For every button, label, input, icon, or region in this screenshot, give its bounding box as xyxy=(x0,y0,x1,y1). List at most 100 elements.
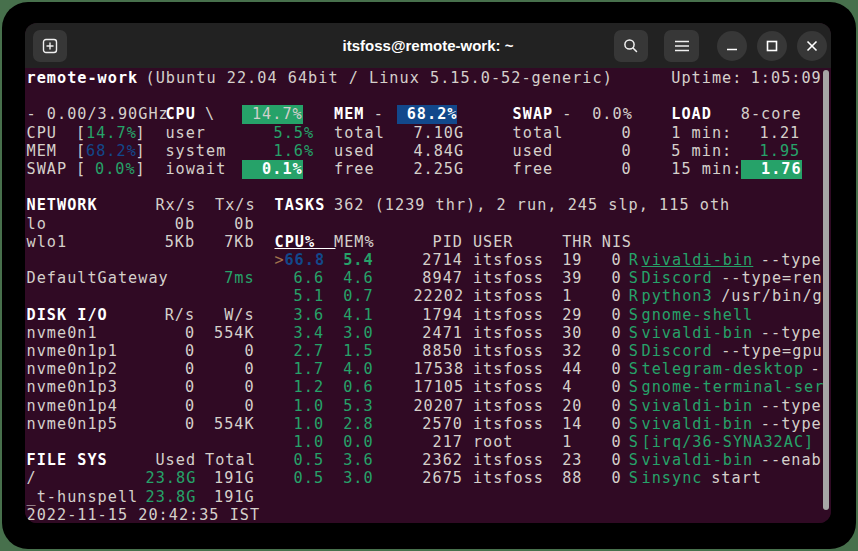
quicklook-value-MEM: 68.2% xyxy=(86,142,136,161)
filesys-used-1: 23.8G xyxy=(146,488,196,507)
network-tx-lo: 0b xyxy=(215,215,255,234)
maximize-button[interactable] xyxy=(757,31,787,61)
task-mem-22202: 0.7 xyxy=(334,287,374,306)
cpu-row-label-user: user xyxy=(165,124,206,143)
diskio-r-nvme0n1p4: 0 xyxy=(146,397,196,416)
gateway-label: DefaultGateway xyxy=(27,269,169,288)
task-pid-17105: 17105 xyxy=(413,378,463,397)
titlebar[interactable]: itsfoss@remote-work: ~ xyxy=(25,23,831,68)
diskio-name-nvme0n1p1: nvme0n1p1 xyxy=(27,342,118,361)
task-state-8947: S xyxy=(629,269,639,288)
swap-percent: 0.0% xyxy=(582,105,633,124)
task-cpu-2675: 0.5 xyxy=(284,469,324,488)
task-mem-17105: 0.6 xyxy=(334,378,374,397)
task-cpu-217: 1.0 xyxy=(284,433,324,452)
cpu-freq: - 0.00/3.90GHz xyxy=(27,105,169,124)
task-thr-2675: 88 xyxy=(562,469,582,488)
cpu-row-label-iowait: iowait xyxy=(165,160,226,179)
task-thr-8947: 39 xyxy=(562,269,582,288)
task-mem-1794: 4.1 xyxy=(334,306,374,325)
task-pid-1794: 1794 xyxy=(413,306,463,325)
network-rx-lo: 0b xyxy=(155,215,195,234)
minimize-icon xyxy=(726,40,738,52)
diskio-r-nvme0n1p5: 0 xyxy=(146,415,196,434)
task-selector: > xyxy=(275,251,285,270)
cpu-total-badge: 14.7% xyxy=(242,105,303,124)
task-ni-2471: 0 xyxy=(602,324,622,343)
task-ni-8850: 0 xyxy=(602,342,622,361)
diskio-w-nvme0n1: 554K xyxy=(205,324,255,343)
diskio-w-nvme0n1p1: 0 xyxy=(205,342,255,361)
task-mem-2471: 3.0 xyxy=(334,324,374,343)
task-state-2362: S xyxy=(629,451,639,470)
task-state-1794: S xyxy=(629,306,639,325)
task-mem-8850: 1.5 xyxy=(334,342,374,361)
task-state-2471: S xyxy=(629,324,639,343)
task-state-20207: S xyxy=(629,397,639,416)
swap-row-value-used: 0 xyxy=(582,142,632,161)
task-cmd-8947: Discord xyxy=(642,269,713,288)
network-col2: Tx/s xyxy=(215,196,255,215)
swap-row-value-total: 0 xyxy=(582,124,632,143)
network-iface-wlo1: wlo1 xyxy=(27,233,68,252)
uptime-value: 1:05:09 xyxy=(751,69,822,88)
filesys-total-0: 191G xyxy=(205,469,255,488)
tasks-header-mem: MEM% xyxy=(334,233,374,252)
close-button[interactable] xyxy=(797,31,827,61)
diskio-name-nvme0n1p4: nvme0n1p4 xyxy=(27,397,118,416)
task-ni-1794: 0 xyxy=(602,306,622,325)
task-thr-2471: 30 xyxy=(562,324,582,343)
search-button[interactable] xyxy=(614,30,648,62)
task-pid-2471: 2471 xyxy=(413,324,463,343)
cpu-spinner: \ xyxy=(205,105,215,124)
task-args-2362: --enab xyxy=(751,451,822,470)
task-state-17105: S xyxy=(629,378,639,397)
cpu-title: CPU xyxy=(165,105,195,124)
task-cmd-2714: vivaldi-bin xyxy=(642,251,754,270)
task-ni-2362: 0 xyxy=(602,451,622,470)
task-args-22202: /usr/bin/g xyxy=(711,287,823,306)
network-tx-wlo1: 7Kb xyxy=(215,233,255,252)
task-cmd-22202: python3 xyxy=(642,287,713,306)
menu-button[interactable] xyxy=(664,30,699,62)
task-cpu-2570: 1.0 xyxy=(284,415,324,434)
network-iface-lo: lo xyxy=(27,215,47,234)
task-cpu-17538: 1.7 xyxy=(284,360,324,379)
task-pid-2570: 2570 xyxy=(413,415,463,434)
filesys-title: FILE SYS xyxy=(27,451,108,470)
task-thr-217: 1 xyxy=(562,433,572,452)
task-pid-22202: 22202 xyxy=(413,287,463,306)
tasks-header-pid: PID xyxy=(413,233,463,252)
load-cores: 8-core xyxy=(741,105,802,124)
load-row-label-2: 15 min: xyxy=(671,160,742,179)
task-cpu-17105: 1.2 xyxy=(284,378,324,397)
filesys-col1: Used xyxy=(155,451,195,470)
task-ni-22202: 0 xyxy=(602,287,622,306)
task-cmd-2675: insync xyxy=(642,469,703,488)
swap-row-label-total: total xyxy=(513,124,564,143)
mem-dash: - xyxy=(374,105,384,124)
quicklook-bracket-close: ] xyxy=(136,160,146,179)
task-ni-17105: 0 xyxy=(602,378,622,397)
swap-row-label-used: used xyxy=(513,142,554,161)
quicklook-label-MEM: MEM xyxy=(27,142,57,161)
task-user-217: root xyxy=(473,433,514,452)
task-ni-217: 0 xyxy=(602,433,622,452)
diskio-r-nvme0n1p3: 0 xyxy=(146,378,196,397)
minimize-button[interactable] xyxy=(717,31,747,61)
task-mem-8947: 4.6 xyxy=(334,269,374,288)
task-mem-2675: 3.0 xyxy=(334,469,374,488)
quicklook-value-SWAP: 0.0% xyxy=(86,160,136,179)
task-cpu-8850: 2.7 xyxy=(284,342,324,361)
cpu-row-value-user: 5.5% xyxy=(265,124,315,143)
task-thr-17105: 4 xyxy=(562,378,572,397)
mem-row-label-total: total xyxy=(334,124,385,143)
task-cmd-1794: gnome-shell xyxy=(642,306,754,325)
scrollbar-thumb[interactable] xyxy=(823,70,829,510)
task-args-17538: - xyxy=(800,360,820,379)
mem-row-value-used: 4.84G xyxy=(413,142,463,161)
task-thr-8850: 32 xyxy=(562,342,582,361)
terminal-content: remote-work(Ubuntu 22.04 64bit / Linux 5… xyxy=(25,68,831,523)
diskio-name-nvme0n1p3: nvme0n1p3 xyxy=(27,378,118,397)
swap-dash: - xyxy=(562,105,572,124)
